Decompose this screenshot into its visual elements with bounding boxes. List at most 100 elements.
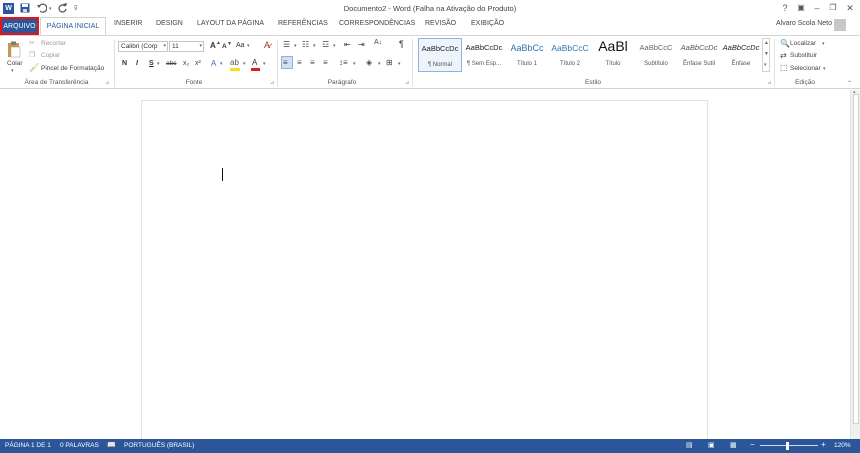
bullets-icon[interactable]: ☰ bbox=[283, 40, 290, 49]
minimize-button[interactable]: – bbox=[810, 2, 824, 14]
text-cursor bbox=[222, 168, 223, 181]
style-subtle-emphasis[interactable]: AaBbCcDc Ênfase Sutil bbox=[677, 38, 721, 72]
italic-button[interactable]: I bbox=[136, 60, 138, 67]
help-button[interactable]: ? bbox=[778, 2, 792, 14]
style-normal[interactable]: AaBbCcDc ¶ Normal bbox=[418, 38, 462, 72]
font-color-icon[interactable]: A bbox=[252, 58, 257, 67]
restore-button[interactable]: ❐ bbox=[826, 2, 840, 14]
shading-icon[interactable]: ◈ bbox=[366, 58, 372, 67]
zoom-slider[interactable] bbox=[760, 445, 818, 446]
select-button[interactable]: Selecionar bbox=[790, 65, 821, 72]
clipboard-launcher-icon[interactable]: ⊿ bbox=[105, 80, 109, 86]
shrink-arrow-icon: ▼ bbox=[227, 41, 232, 47]
styles-gallery-scroll[interactable]: ▲ ▼ ▾ bbox=[762, 38, 770, 72]
style-preview: AaBl bbox=[598, 38, 628, 54]
zoom-level[interactable]: 120% bbox=[834, 442, 851, 449]
justify-icon[interactable]: ≡ bbox=[323, 58, 328, 67]
chevron-down-icon: ▾ bbox=[243, 61, 246, 67]
strikethrough-button[interactable]: abc bbox=[166, 60, 176, 67]
copy-button[interactable]: Copiar bbox=[41, 52, 60, 59]
style-heading-2[interactable]: AaBbCcC Título 2 bbox=[548, 38, 592, 72]
chevron-down-icon: ▾ bbox=[263, 61, 266, 67]
style-heading-1[interactable]: AaBbCc Título 1 bbox=[505, 38, 549, 72]
borders-icon[interactable]: ⊞ bbox=[386, 58, 393, 67]
vertical-scrollbar[interactable]: ▴ bbox=[850, 89, 860, 439]
underline-button[interactable]: S bbox=[149, 60, 154, 67]
close-button[interactable]: ✕ bbox=[843, 2, 857, 14]
style-preview: AaBbCcC bbox=[551, 43, 589, 53]
tab-mailings[interactable]: CORRESPONDÊNCIAS bbox=[339, 20, 415, 27]
style-name: Título 1 bbox=[516, 61, 537, 67]
grow-font-button[interactable]: A bbox=[210, 41, 216, 50]
more-styles-icon[interactable]: ▾ bbox=[764, 62, 767, 68]
align-right-icon[interactable]: ≡ bbox=[310, 58, 315, 67]
change-case-button[interactable]: Aa bbox=[236, 42, 245, 49]
scroll-up-icon[interactable]: ▲ bbox=[764, 40, 769, 46]
cut-button[interactable]: Recortar bbox=[41, 40, 66, 47]
line-spacing-icon[interactable]: ↕≡ bbox=[339, 58, 348, 67]
tab-insert[interactable]: INSERIR bbox=[114, 20, 142, 27]
zoom-out-button[interactable]: − bbox=[750, 440, 755, 449]
replace-button[interactable]: Substituir bbox=[790, 52, 817, 59]
proofing-icon[interactable]: 📖 bbox=[107, 441, 116, 449]
tab-view[interactable]: EXIBIÇÃO bbox=[471, 20, 504, 27]
superscript-button[interactable]: x² bbox=[195, 60, 201, 67]
chevron-down-icon: ▾ bbox=[313, 43, 316, 49]
tab-layout[interactable]: LAYOUT DA PÁGINA bbox=[197, 20, 264, 27]
sort-icon[interactable]: A↓ bbox=[374, 39, 382, 46]
show-marks-icon[interactable]: ¶ bbox=[399, 39, 404, 49]
text-effects-icon[interactable]: A bbox=[211, 59, 216, 68]
ribbon-display-icon[interactable]: ▣ bbox=[794, 2, 808, 14]
scrollbar-thumb[interactable] bbox=[853, 94, 859, 424]
paste-dropdown-icon[interactable]: ▾ bbox=[11, 68, 14, 74]
tab-references[interactable]: REFERÊNCIAS bbox=[278, 20, 328, 27]
scroll-down-icon[interactable]: ▼ bbox=[764, 51, 769, 57]
user-name[interactable]: Alvaro Scola Neto bbox=[776, 20, 832, 27]
styles-launcher-icon[interactable]: ⊿ bbox=[767, 80, 771, 86]
font-launcher-icon[interactable]: ⊿ bbox=[270, 80, 274, 86]
font-size-combo[interactable]: 11 ▾ bbox=[169, 41, 204, 52]
chevron-down-icon: ▾ bbox=[398, 61, 401, 67]
zoom-in-button[interactable]: + bbox=[821, 440, 826, 449]
avatar[interactable] bbox=[834, 19, 846, 31]
align-center-icon[interactable]: ≡ bbox=[297, 58, 302, 67]
style-name: Subtítulo bbox=[644, 61, 668, 67]
print-layout-icon[interactable]: ▣ bbox=[708, 441, 715, 449]
page-count[interactable]: PÁGINA 1 DE 1 bbox=[5, 442, 51, 449]
chevron-down-icon: ▾ bbox=[157, 61, 160, 67]
increase-indent-icon[interactable]: ⇥ bbox=[358, 40, 365, 49]
tab-design[interactable]: DESIGN bbox=[156, 20, 183, 27]
tab-home[interactable]: PÁGINA INICIAL bbox=[40, 17, 106, 36]
window-title: Documento2 - Word (Falha na Ativação do … bbox=[343, 4, 517, 13]
style-name: Título bbox=[605, 61, 621, 67]
zoom-slider-thumb[interactable] bbox=[786, 442, 789, 450]
word-count[interactable]: 0 PALAVRAS bbox=[60, 442, 99, 449]
decrease-indent-icon[interactable]: ⇤ bbox=[344, 40, 351, 49]
paste-icon[interactable] bbox=[7, 41, 21, 58]
document-page[interactable] bbox=[141, 100, 708, 439]
collapse-ribbon-icon[interactable]: ⌃ bbox=[847, 80, 852, 87]
style-subtitle[interactable]: AaBbCcC Subtítulo bbox=[634, 38, 678, 72]
chevron-down-icon: ▾ bbox=[294, 43, 297, 49]
clear-formatting-icon[interactable]: A̷ bbox=[264, 40, 270, 50]
paragraph-launcher-icon[interactable]: ⊿ bbox=[405, 80, 409, 86]
format-painter-button[interactable]: Pincel de Formatação bbox=[41, 65, 104, 72]
read-mode-icon[interactable]: ▤ bbox=[686, 441, 693, 449]
paste-button[interactable]: Colar bbox=[7, 60, 23, 67]
style-no-spacing[interactable]: AaBbCcDc ¶ Sem Esp... bbox=[462, 38, 506, 72]
multilevel-list-icon[interactable]: ☲ bbox=[322, 40, 329, 49]
bold-button[interactable]: N bbox=[122, 60, 127, 67]
numbering-icon[interactable]: ☷ bbox=[302, 40, 309, 49]
subscript-button[interactable]: x₂ bbox=[183, 60, 189, 67]
highlight-icon[interactable]: ab bbox=[230, 58, 239, 67]
style-title[interactable]: AaBl Título bbox=[591, 38, 635, 72]
tab-review[interactable]: REVISÃO bbox=[425, 20, 456, 27]
chevron-down-icon: ▾ bbox=[247, 43, 250, 49]
style-emphasis[interactable]: AaBbCcDc Ênfase bbox=[719, 38, 763, 72]
shrink-font-button[interactable]: A bbox=[222, 43, 227, 50]
tab-file[interactable]: ARQUIVO bbox=[0, 17, 39, 35]
find-button[interactable]: Localizar bbox=[790, 40, 816, 47]
web-layout-icon[interactable]: ▦ bbox=[730, 441, 737, 449]
language-indicator[interactable]: PORTUGUÊS (BRASIL) bbox=[124, 442, 194, 449]
font-name-combo[interactable]: Calibri (Corp ▾ bbox=[118, 41, 168, 52]
